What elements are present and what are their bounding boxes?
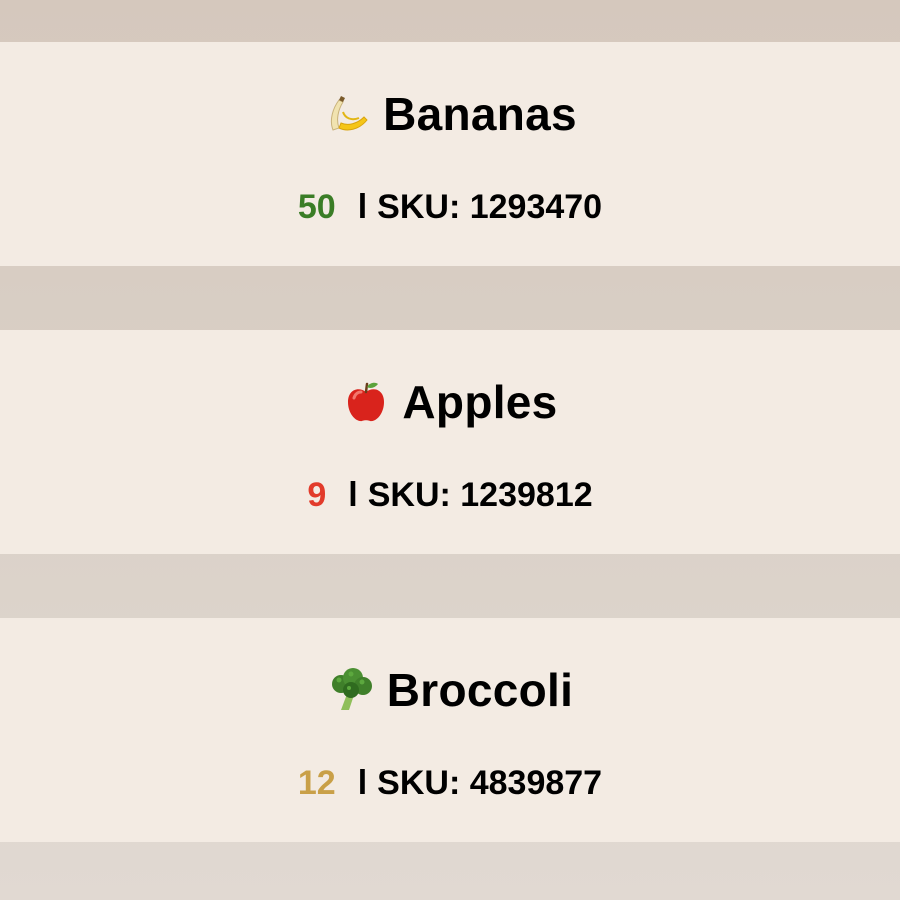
separator: l	[357, 764, 368, 802]
product-meta-row: 50 l SKU: 1293470	[0, 185, 900, 229]
product-title-row: Apples	[0, 374, 900, 430]
banana-icon	[323, 90, 371, 138]
product-name: Apples	[402, 376, 558, 428]
apple-icon	[342, 378, 390, 426]
quantity-value: 12	[297, 764, 336, 802]
product-meta-row: 12 l SKU: 4839877	[0, 761, 900, 805]
product-card-broccoli[interactable]: Broccoli 12 l SKU: 4839877	[0, 618, 900, 842]
sku-label: SKU: 4839877	[377, 764, 603, 802]
product-title-row: Bananas	[0, 86, 900, 142]
product-title-row: Broccoli	[0, 662, 900, 718]
product-card-bananas[interactable]: Bananas 50 l SKU: 1293470	[0, 42, 900, 266]
product-meta-row: 9 l SKU: 1239812	[0, 473, 900, 517]
quantity-value: 50	[297, 188, 336, 226]
product-name: Bananas	[383, 88, 577, 140]
product-list: Bananas 50 l SKU: 1293470 Apples 9 l SKU…	[0, 0, 900, 900]
quantity-value: 9	[307, 476, 327, 514]
sku-label: SKU: 1239812	[367, 476, 593, 514]
separator: l	[357, 188, 368, 226]
broccoli-icon	[327, 666, 375, 714]
product-card-apples[interactable]: Apples 9 l SKU: 1239812	[0, 330, 900, 554]
separator: l	[348, 476, 358, 514]
product-name: Broccoli	[386, 664, 574, 716]
sku-label: SKU: 1293470	[377, 188, 603, 226]
